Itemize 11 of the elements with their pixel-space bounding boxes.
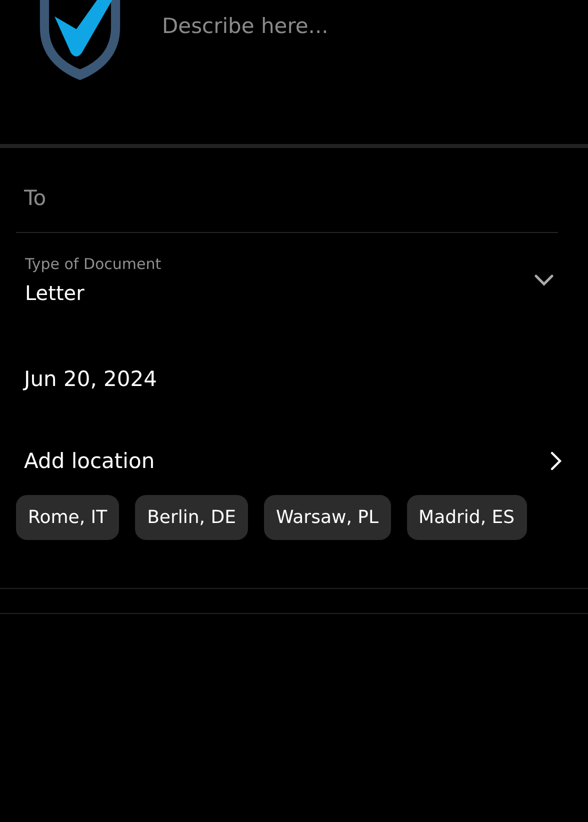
date-text[interactable]: Jun 20, 2024 xyxy=(24,367,158,391)
recipient-field[interactable]: To xyxy=(16,186,558,233)
chevron-down-icon xyxy=(534,274,554,286)
document-type-dropdown[interactable]: Type of Document Letter xyxy=(25,255,554,305)
location-chip[interactable]: Rome, IT xyxy=(16,495,120,540)
location-chip[interactable]: Warsaw, PL xyxy=(264,495,391,540)
chevron-right-icon xyxy=(550,451,562,471)
add-location-row[interactable]: Add location xyxy=(24,449,562,473)
location-chip[interactable]: Madrid, ES xyxy=(406,495,527,540)
description-field[interactable]: Describe here... xyxy=(162,14,522,38)
location-chip[interactable]: Berlin, DE xyxy=(135,495,248,540)
